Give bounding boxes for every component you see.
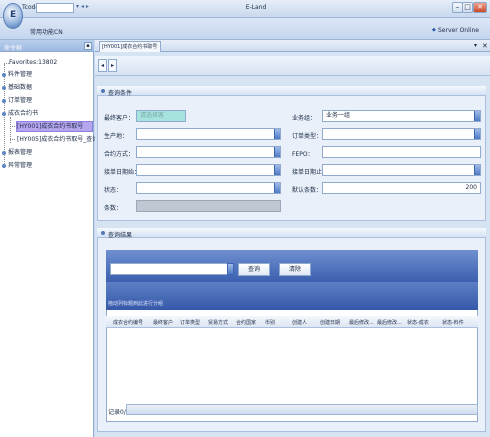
business-label: 业务组： — [292, 115, 317, 122]
tree-item-contracts[interactable]: 成衣合约书 — [2, 109, 38, 118]
tab-hy001[interactable]: [HY001]成衣合约书取号 — [99, 41, 161, 52]
toolbar — [95, 56, 490, 76]
tree-item-reports[interactable]: 报表管理 — [2, 148, 32, 157]
chevron-down-icon[interactable] — [274, 183, 280, 193]
tree-guide — [10, 126, 15, 127]
sidebar-title: 命令树 — [4, 45, 23, 52]
results-panel-title: 查询结果 — [108, 232, 133, 239]
column-header[interactable]: 币别 — [265, 319, 275, 326]
folder-icon — [2, 85, 6, 90]
order-type-label: 订单类型： — [292, 133, 323, 140]
fepo-label: FEPO： — [292, 151, 314, 158]
folder-icon — [2, 72, 6, 77]
column-header[interactable]: 创建人 — [292, 319, 307, 326]
column-header[interactable]: 最终客户 — [153, 319, 173, 326]
calendar-dropdown-icon[interactable] — [274, 165, 280, 175]
tab-dropdown-icon[interactable]: ▾ — [474, 42, 477, 49]
next-button[interactable]: ▸ — [108, 59, 117, 72]
chevron-down-icon[interactable] — [474, 111, 480, 121]
chevron-down-icon[interactable] — [274, 129, 280, 139]
tree-item-favorites[interactable]: Favorites:13802 — [9, 58, 57, 67]
tcode-input[interactable] — [36, 3, 74, 13]
folder-icon — [2, 150, 6, 155]
contract-method-label: 合约方式： — [104, 151, 135, 158]
folder-icon — [2, 98, 6, 103]
status-label: 状态： — [104, 187, 123, 194]
default-count-input[interactable]: 200 — [322, 182, 481, 194]
folder-icon — [2, 163, 6, 168]
menu-bar — [0, 18, 490, 40]
column-header[interactable]: 创建日期 — [320, 319, 340, 326]
horizontal-scrollbar[interactable] — [126, 404, 478, 415]
column-header[interactable]: 状态-料件 — [442, 319, 464, 326]
quick-access-icons[interactable]: ▾ ◂ ▸ — [76, 3, 89, 10]
column-header[interactable]: 贸易方式 — [208, 319, 228, 326]
query-panel-title: 查询条件 — [108, 90, 133, 97]
chevron-down-icon[interactable] — [474, 129, 480, 139]
results-filter-select[interactable] — [110, 263, 234, 275]
query-button[interactable]: 查询 — [238, 263, 270, 276]
status-select[interactable] — [136, 182, 281, 194]
tree-item-hy001[interactable]: [HY001]成衣合约书取号 — [17, 122, 83, 131]
column-header[interactable]: 合约国家 — [236, 319, 256, 326]
tree-item-exceptions[interactable]: 异常管理 — [2, 161, 32, 170]
prev-button[interactable]: ◂ — [98, 59, 107, 72]
column-header[interactable]: 状态-成衣 — [407, 319, 429, 326]
menu-common-functions[interactable]: 常用功能CN — [30, 27, 63, 36]
fepo-input[interactable] — [322, 146, 481, 158]
order-date-end-picker[interactable] — [322, 164, 481, 176]
tab-close-icon[interactable]: ✕ — [482, 42, 488, 50]
server-status: Server Online — [438, 27, 479, 34]
customer-label: 最终客户： — [104, 115, 135, 122]
contract-method-select[interactable] — [136, 146, 281, 158]
tree-item-label: Favorites:13802 — [9, 59, 58, 66]
order-type-select[interactable] — [322, 128, 481, 140]
results-panel-header[interactable] — [97, 228, 486, 238]
collapse-icon[interactable] — [101, 89, 105, 93]
order-date-start-picker[interactable] — [136, 164, 281, 176]
business-select[interactable]: 业务一组 — [322, 110, 481, 122]
server-status-icon: ◆ — [432, 27, 436, 33]
tree-item-hy005[interactable]: [HY005]成衣合约书取号_查询 — [17, 135, 98, 144]
business-value: 业务一组 — [326, 112, 351, 119]
maximize-button[interactable]: □ — [462, 2, 473, 13]
collapse-icon[interactable] — [101, 231, 105, 235]
tree-item-label: [HY001]成衣合约书取号 — [17, 123, 84, 130]
group-by-hint[interactable]: 拖动列标题到此进行分组 — [106, 282, 478, 310]
column-header[interactable]: 最后修改... — [349, 319, 374, 326]
tree-item-label: 报表管理 — [8, 149, 33, 156]
origin-select[interactable] — [136, 128, 281, 140]
app-logo-icon[interactable]: E — [3, 3, 23, 29]
customer-field[interactable]: 请选择客 — [136, 110, 186, 122]
pin-icon[interactable]: ▪ — [84, 42, 92, 50]
chevron-down-icon[interactable] — [227, 263, 234, 275]
tree-item-orders[interactable]: 订单管理 — [2, 96, 32, 105]
order-date-start-label: 接单日期始： — [104, 169, 141, 176]
tree-item-label: 异常管理 — [8, 162, 33, 169]
tree-item-label: [HY005]成衣合约书取号_查询 — [17, 136, 99, 143]
default-count-label: 默认条数： — [292, 187, 323, 194]
column-header[interactable]: 最后修改... — [377, 319, 402, 326]
tree-item-label: 成衣合约书 — [8, 110, 39, 117]
tree-guide — [10, 139, 15, 140]
count-label: 条数： — [104, 205, 123, 212]
column-header[interactable]: 订单类型 — [180, 319, 200, 326]
chevron-down-icon[interactable] — [274, 147, 280, 157]
tree-item-label: 基础数据 — [8, 84, 33, 91]
window-title: E-Land — [245, 4, 267, 11]
tree-item-materials[interactable]: 料件管理 — [2, 70, 32, 79]
query-panel-header[interactable] — [97, 86, 486, 96]
tree-item-basic-data[interactable]: 基础数据 — [2, 83, 32, 92]
tree-item-label: 订单管理 — [8, 97, 33, 104]
close-button[interactable]: ✕ — [473, 2, 487, 13]
calendar-dropdown-icon[interactable] — [474, 165, 480, 175]
folder-icon — [2, 111, 6, 116]
tree-item-label: 料件管理 — [8, 71, 33, 78]
column-header[interactable]: 成衣合约编号 — [113, 319, 143, 326]
origin-label: 生产地： — [104, 133, 129, 140]
clear-button[interactable]: 清除 — [279, 263, 311, 276]
count-field — [136, 200, 281, 212]
